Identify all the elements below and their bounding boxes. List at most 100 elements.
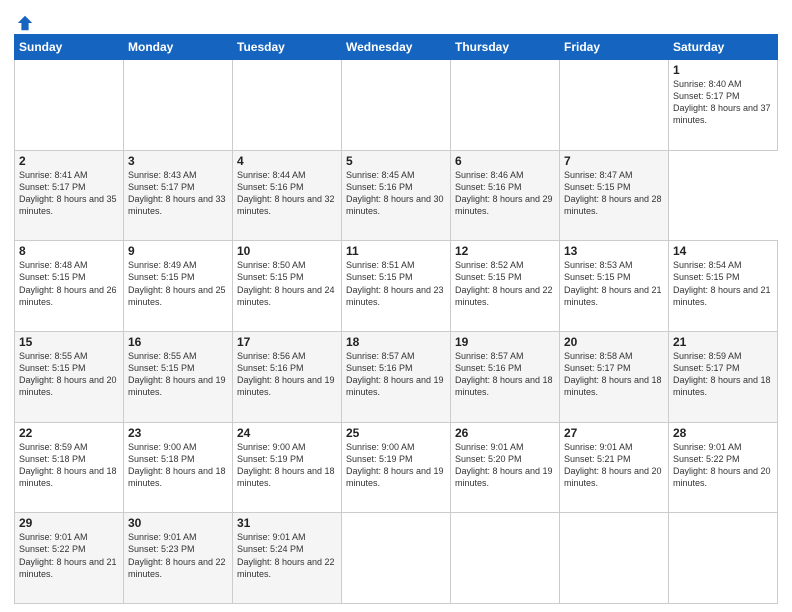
- day-number: 3: [128, 154, 228, 168]
- day-number: 8: [19, 244, 119, 258]
- day-info: Sunrise: 8:59 AMSunset: 5:18 PMDaylight:…: [19, 441, 119, 490]
- day-number: 20: [564, 335, 664, 349]
- day-info: Sunrise: 9:01 AMSunset: 5:21 PMDaylight:…: [564, 441, 664, 490]
- day-cell: 23Sunrise: 9:00 AMSunset: 5:18 PMDayligh…: [124, 422, 233, 513]
- day-number: 13: [564, 244, 664, 258]
- day-cell: 1Sunrise: 8:40 AMSunset: 5:17 PMDaylight…: [669, 60, 778, 151]
- day-number: 11: [346, 244, 446, 258]
- empty-cell: [124, 60, 233, 151]
- day-info: Sunrise: 8:59 AMSunset: 5:17 PMDaylight:…: [673, 350, 773, 399]
- day-info: Sunrise: 8:43 AMSunset: 5:17 PMDaylight:…: [128, 169, 228, 218]
- day-number: 23: [128, 426, 228, 440]
- day-cell: 31Sunrise: 9:01 AMSunset: 5:24 PMDayligh…: [233, 513, 342, 604]
- day-info: Sunrise: 8:52 AMSunset: 5:15 PMDaylight:…: [455, 259, 555, 308]
- day-number: 15: [19, 335, 119, 349]
- calendar-week-row: 15Sunrise: 8:55 AMSunset: 5:15 PMDayligh…: [15, 331, 778, 422]
- day-info: Sunrise: 9:00 AMSunset: 5:19 PMDaylight:…: [346, 441, 446, 490]
- calendar-week-row: 29Sunrise: 9:01 AMSunset: 5:22 PMDayligh…: [15, 513, 778, 604]
- day-cell: 9Sunrise: 8:49 AMSunset: 5:15 PMDaylight…: [124, 241, 233, 332]
- day-cell: 10Sunrise: 8:50 AMSunset: 5:15 PMDayligh…: [233, 241, 342, 332]
- day-cell: 12Sunrise: 8:52 AMSunset: 5:15 PMDayligh…: [451, 241, 560, 332]
- day-number: 29: [19, 516, 119, 530]
- calendar-week-row: 22Sunrise: 8:59 AMSunset: 5:18 PMDayligh…: [15, 422, 778, 513]
- day-info: Sunrise: 8:51 AMSunset: 5:15 PMDaylight:…: [346, 259, 446, 308]
- day-cell: 19Sunrise: 8:57 AMSunset: 5:16 PMDayligh…: [451, 331, 560, 422]
- day-number: 17: [237, 335, 337, 349]
- day-number: 4: [237, 154, 337, 168]
- day-info: Sunrise: 8:40 AMSunset: 5:17 PMDaylight:…: [673, 78, 773, 127]
- day-of-week-header: Saturday: [669, 35, 778, 60]
- calendar: SundayMondayTuesdayWednesdayThursdayFrid…: [14, 34, 778, 604]
- day-number: 18: [346, 335, 446, 349]
- day-cell: 8Sunrise: 8:48 AMSunset: 5:15 PMDaylight…: [15, 241, 124, 332]
- day-cell: 4Sunrise: 8:44 AMSunset: 5:16 PMDaylight…: [233, 150, 342, 241]
- day-cell: 29Sunrise: 9:01 AMSunset: 5:22 PMDayligh…: [15, 513, 124, 604]
- day-info: Sunrise: 8:58 AMSunset: 5:17 PMDaylight:…: [564, 350, 664, 399]
- day-number: 10: [237, 244, 337, 258]
- day-cell: 27Sunrise: 9:01 AMSunset: 5:21 PMDayligh…: [560, 422, 669, 513]
- day-info: Sunrise: 9:01 AMSunset: 5:22 PMDaylight:…: [19, 531, 119, 580]
- day-info: Sunrise: 8:44 AMSunset: 5:16 PMDaylight:…: [237, 169, 337, 218]
- day-cell: 17Sunrise: 8:56 AMSunset: 5:16 PMDayligh…: [233, 331, 342, 422]
- day-cell: 14Sunrise: 8:54 AMSunset: 5:15 PMDayligh…: [669, 241, 778, 332]
- day-info: Sunrise: 9:01 AMSunset: 5:20 PMDaylight:…: [455, 441, 555, 490]
- day-info: Sunrise: 8:54 AMSunset: 5:15 PMDaylight:…: [673, 259, 773, 308]
- day-cell: 25Sunrise: 9:00 AMSunset: 5:19 PMDayligh…: [342, 422, 451, 513]
- day-number: 25: [346, 426, 446, 440]
- day-cell: 26Sunrise: 9:01 AMSunset: 5:20 PMDayligh…: [451, 422, 560, 513]
- day-cell: 28Sunrise: 9:01 AMSunset: 5:22 PMDayligh…: [669, 422, 778, 513]
- calendar-week-row: 1Sunrise: 8:40 AMSunset: 5:17 PMDaylight…: [15, 60, 778, 151]
- day-cell: 2Sunrise: 8:41 AMSunset: 5:17 PMDaylight…: [15, 150, 124, 241]
- day-info: Sunrise: 8:49 AMSunset: 5:15 PMDaylight:…: [128, 259, 228, 308]
- day-cell: 20Sunrise: 8:58 AMSunset: 5:17 PMDayligh…: [560, 331, 669, 422]
- day-info: Sunrise: 9:01 AMSunset: 5:22 PMDaylight:…: [673, 441, 773, 490]
- day-of-week-header: Tuesday: [233, 35, 342, 60]
- day-info: Sunrise: 9:00 AMSunset: 5:19 PMDaylight:…: [237, 441, 337, 490]
- day-number: 24: [237, 426, 337, 440]
- day-info: Sunrise: 8:47 AMSunset: 5:15 PMDaylight:…: [564, 169, 664, 218]
- day-cell: 6Sunrise: 8:46 AMSunset: 5:16 PMDaylight…: [451, 150, 560, 241]
- day-cell: 21Sunrise: 8:59 AMSunset: 5:17 PMDayligh…: [669, 331, 778, 422]
- day-info: Sunrise: 9:01 AMSunset: 5:24 PMDaylight:…: [237, 531, 337, 580]
- day-number: 1: [673, 63, 773, 77]
- day-info: Sunrise: 8:50 AMSunset: 5:15 PMDaylight:…: [237, 259, 337, 308]
- day-info: Sunrise: 9:00 AMSunset: 5:18 PMDaylight:…: [128, 441, 228, 490]
- empty-cell: [451, 513, 560, 604]
- empty-cell: [342, 60, 451, 151]
- day-info: Sunrise: 8:57 AMSunset: 5:16 PMDaylight:…: [346, 350, 446, 399]
- day-cell: 13Sunrise: 8:53 AMSunset: 5:15 PMDayligh…: [560, 241, 669, 332]
- day-number: 21: [673, 335, 773, 349]
- empty-cell: [451, 60, 560, 151]
- day-info: Sunrise: 8:46 AMSunset: 5:16 PMDaylight:…: [455, 169, 555, 218]
- day-info: Sunrise: 8:48 AMSunset: 5:15 PMDaylight:…: [19, 259, 119, 308]
- day-cell: 30Sunrise: 9:01 AMSunset: 5:23 PMDayligh…: [124, 513, 233, 604]
- day-number: 16: [128, 335, 228, 349]
- day-number: 7: [564, 154, 664, 168]
- calendar-body: 1Sunrise: 8:40 AMSunset: 5:17 PMDaylight…: [15, 60, 778, 604]
- day-cell: 16Sunrise: 8:55 AMSunset: 5:15 PMDayligh…: [124, 331, 233, 422]
- day-number: 6: [455, 154, 555, 168]
- empty-cell: [560, 60, 669, 151]
- calendar-week-row: 2Sunrise: 8:41 AMSunset: 5:17 PMDaylight…: [15, 150, 778, 241]
- day-number: 31: [237, 516, 337, 530]
- day-info: Sunrise: 8:45 AMSunset: 5:16 PMDaylight:…: [346, 169, 446, 218]
- day-cell: 11Sunrise: 8:51 AMSunset: 5:15 PMDayligh…: [342, 241, 451, 332]
- day-cell: 18Sunrise: 8:57 AMSunset: 5:16 PMDayligh…: [342, 331, 451, 422]
- day-number: 22: [19, 426, 119, 440]
- empty-cell: [15, 60, 124, 151]
- day-number: 14: [673, 244, 773, 258]
- empty-cell: [560, 513, 669, 604]
- day-info: Sunrise: 8:53 AMSunset: 5:15 PMDaylight:…: [564, 259, 664, 308]
- day-info: Sunrise: 8:55 AMSunset: 5:15 PMDaylight:…: [19, 350, 119, 399]
- day-of-week-header: Wednesday: [342, 35, 451, 60]
- day-info: Sunrise: 9:01 AMSunset: 5:23 PMDaylight:…: [128, 531, 228, 580]
- logo-icon: [16, 14, 34, 32]
- day-number: 28: [673, 426, 773, 440]
- day-number: 19: [455, 335, 555, 349]
- day-cell: 24Sunrise: 9:00 AMSunset: 5:19 PMDayligh…: [233, 422, 342, 513]
- header: [14, 10, 778, 28]
- calendar-week-row: 8Sunrise: 8:48 AMSunset: 5:15 PMDaylight…: [15, 241, 778, 332]
- day-cell: 15Sunrise: 8:55 AMSunset: 5:15 PMDayligh…: [15, 331, 124, 422]
- day-number: 5: [346, 154, 446, 168]
- day-number: 30: [128, 516, 228, 530]
